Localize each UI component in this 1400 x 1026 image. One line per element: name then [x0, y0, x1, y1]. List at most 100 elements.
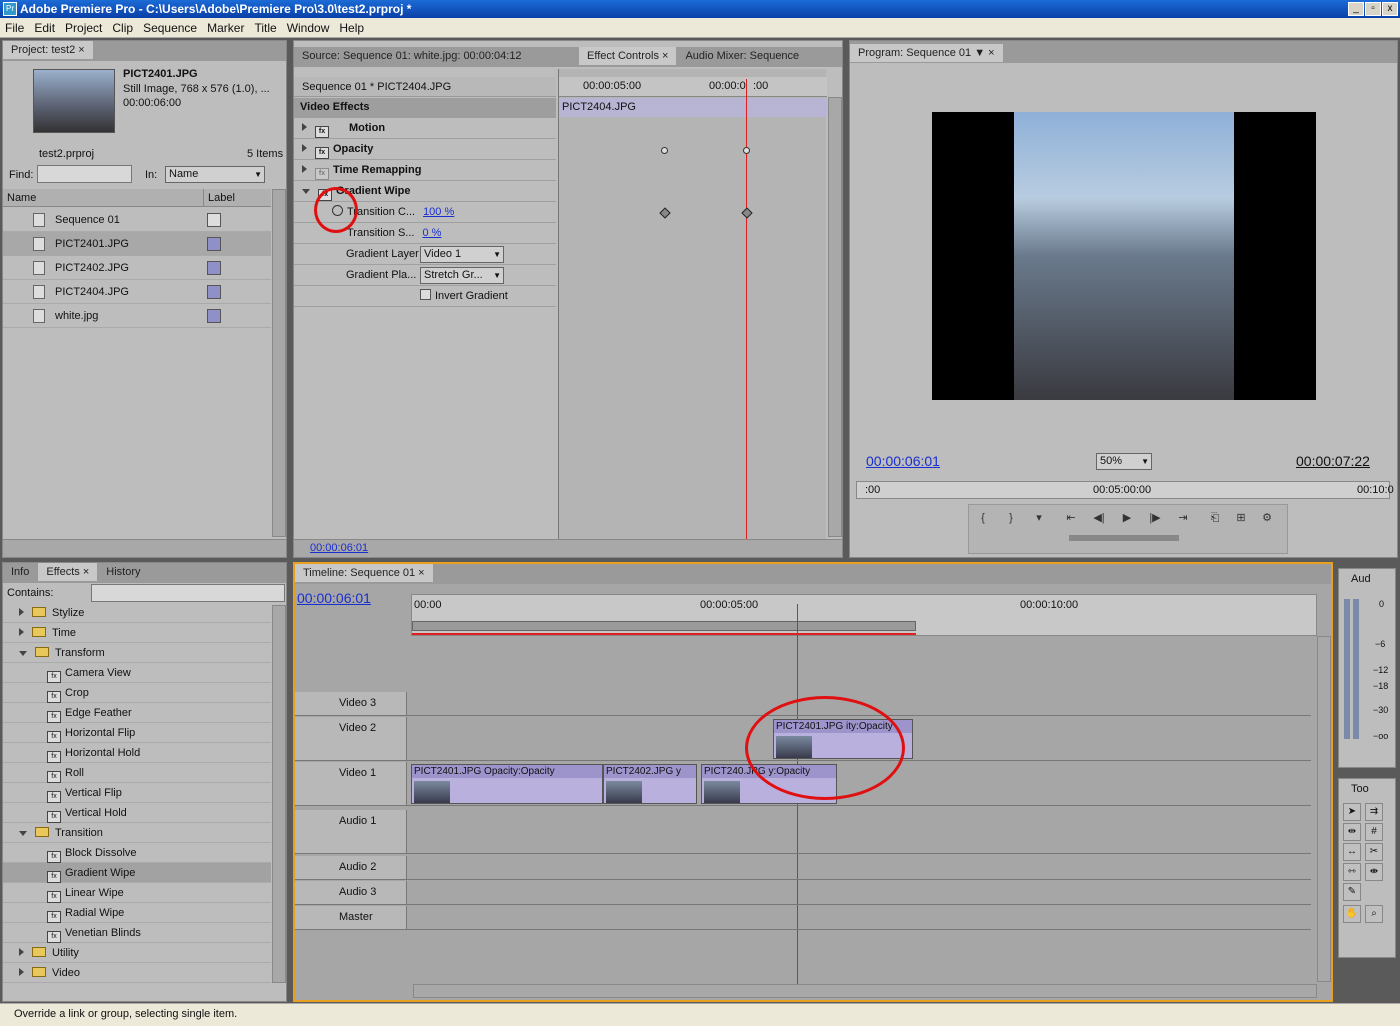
goto-in-icon[interactable]: ⇤: [1061, 509, 1081, 527]
clip-v1a-opacity[interactable]: Opacity:Opacity: [484, 766, 555, 777]
param-tc-value[interactable]: 100 %: [423, 206, 454, 218]
timeline-ruler[interactable]: 00:00 00:00:05:00 00:00:10:00: [411, 594, 1317, 636]
project-item[interactable]: Sequence 01: [3, 208, 271, 232]
effect-time-remapping[interactable]: fx Time Remapping: [294, 160, 556, 181]
effect-opacity[interactable]: fx Opacity: [294, 139, 556, 160]
keyframe-diamond-icon[interactable]: [741, 207, 753, 219]
project-item[interactable]: PICT2401.JPG: [3, 232, 271, 256]
effects-tree-item[interactable]: fx Vertical Flip: [3, 783, 271, 803]
effects-tree-item[interactable]: fx Edge Feather: [3, 703, 271, 723]
param-ts-value[interactable]: 0 %: [422, 227, 441, 239]
timeline-current-time[interactable]: 00:00:06:01: [297, 590, 371, 606]
menu-title[interactable]: Title: [249, 18, 281, 38]
effects-tree-item[interactable]: fx Block Dissolve: [3, 843, 271, 863]
col-label[interactable]: Label: [203, 189, 239, 207]
label-swatch[interactable]: [207, 237, 221, 251]
program-time-ruler[interactable]: :00 00:05:00:00 00:10:0: [856, 481, 1394, 499]
menu-window[interactable]: Window: [282, 18, 335, 38]
clip-v1b-opacity[interactable]: y: [676, 766, 681, 777]
keyframe-diamond-icon[interactable]: [659, 207, 671, 219]
label-swatch[interactable]: [207, 213, 221, 227]
selection-tool-icon[interactable]: ➤: [1343, 803, 1361, 821]
menu-edit[interactable]: Edit: [29, 18, 60, 38]
expand-icon[interactable]: [19, 948, 24, 956]
ec-keyframe-area[interactable]: 00:00:05:00 00:00:0 :00 PICT2404.JPG: [558, 69, 827, 539]
collapse-icon[interactable]: [19, 651, 27, 656]
rate-stretch-tool-icon[interactable]: ↔: [1343, 843, 1361, 861]
effects-tree-item[interactable]: fx Camera View: [3, 663, 271, 683]
expand-icon[interactable]: [19, 608, 24, 616]
tab-info[interactable]: Info: [3, 563, 39, 581]
effects-tree-item[interactable]: Time: [3, 623, 271, 643]
tools-tab[interactable]: Too: [1351, 783, 1369, 795]
menu-marker[interactable]: Marker: [202, 18, 249, 38]
project-scrollbar[interactable]: [272, 189, 286, 537]
project-item[interactable]: PICT2404.JPG: [3, 280, 271, 304]
tab-effects[interactable]: Effects ×: [38, 563, 99, 581]
effects-tree-item[interactable]: fx Venetian Blinds: [3, 923, 271, 943]
clip-v1-pict2401[interactable]: PICT2401.JPG Opacity:Opacity: [411, 764, 603, 804]
rolling-edit-tool-icon[interactable]: #: [1365, 823, 1383, 841]
timeline-hscroll[interactable]: [413, 984, 1317, 998]
menu-sequence[interactable]: Sequence: [138, 18, 202, 38]
program-video-frame[interactable]: [932, 112, 1316, 400]
tab-project[interactable]: Project: test2 ×: [3, 41, 94, 59]
maximize-button[interactable]: ▫: [1365, 2, 1381, 16]
shuttle-slider[interactable]: [1069, 535, 1179, 541]
audio-meter-tab[interactable]: Aud: [1351, 573, 1371, 585]
invert-gradient-checkbox[interactable]: [420, 289, 431, 300]
find-input[interactable]: [37, 165, 132, 183]
tab-program[interactable]: Program: Sequence 01 ▼ ×: [850, 44, 1004, 62]
menu-file[interactable]: File: [0, 18, 29, 38]
work-area-bar[interactable]: [412, 621, 916, 631]
project-item[interactable]: white.jpg: [3, 304, 271, 328]
close-window-button[interactable]: x: [1382, 2, 1398, 16]
effects-tree-item[interactable]: Transform: [3, 643, 271, 663]
effects-tree-item[interactable]: fx Vertical Hold: [3, 803, 271, 823]
effects-tree-item[interactable]: fx Radial Wipe: [3, 903, 271, 923]
label-swatch[interactable]: [207, 309, 221, 323]
effects-tree-item[interactable]: fx Gradient Wipe: [3, 863, 271, 883]
menu-clip[interactable]: Clip: [107, 18, 138, 38]
ec-current-time[interactable]: 00:00:06:01: [310, 542, 368, 554]
razor-tool-icon[interactable]: ✂: [1365, 843, 1383, 861]
slip-tool-icon[interactable]: ⇿: [1343, 863, 1361, 881]
effects-tree-item[interactable]: Transition: [3, 823, 271, 843]
ec-time-ruler[interactable]: 00:00:05:00 00:00:0 :00: [559, 77, 827, 97]
tab-timeline[interactable]: Timeline: Sequence 01 ×: [295, 564, 434, 582]
play-icon[interactable]: ▶: [1117, 509, 1137, 527]
collapse-icon[interactable]: [19, 831, 27, 836]
hand-tool-icon[interactable]: ✋: [1343, 905, 1361, 923]
expand-icon[interactable]: [19, 628, 24, 636]
zoom-select[interactable]: 50%: [1096, 453, 1152, 470]
tab-audio-mixer[interactable]: Audio Mixer: Sequence: [677, 47, 809, 65]
mark-out-icon[interactable]: }: [1001, 509, 1021, 527]
keyframe-icon[interactable]: [743, 147, 750, 154]
mark-in-icon[interactable]: {: [973, 509, 993, 527]
effect-motion[interactable]: fx Motion: [294, 118, 556, 139]
effects-tree-item[interactable]: Utility: [3, 943, 271, 963]
effects-tree-item[interactable]: Stylize: [3, 603, 271, 623]
expand-icon[interactable]: [19, 968, 24, 976]
gradient-layer-select[interactable]: Video 1: [420, 246, 504, 263]
effects-tree-item[interactable]: Video: [3, 963, 271, 983]
slide-tool-icon[interactable]: ⇼: [1365, 863, 1383, 881]
label-swatch[interactable]: [207, 261, 221, 275]
col-name[interactable]: Name: [7, 192, 36, 204]
clip-v1-pict2402[interactable]: PICT2402.JPG y: [603, 764, 697, 804]
contains-input[interactable]: [91, 584, 285, 602]
marker-icon[interactable]: ▾: [1029, 509, 1049, 527]
effects-tree-item[interactable]: fx Roll: [3, 763, 271, 783]
menu-help[interactable]: Help: [334, 18, 369, 38]
timeline-vscroll[interactable]: [1317, 636, 1331, 982]
pen-tool-icon[interactable]: ✎: [1343, 883, 1361, 901]
step-back-icon[interactable]: ◀|: [1089, 509, 1109, 527]
program-current-time[interactable]: 00:00:06:01: [866, 453, 940, 469]
track-select-tool-icon[interactable]: ⇉: [1365, 803, 1383, 821]
tab-effect-controls[interactable]: Effect Controls ×: [579, 47, 678, 65]
effects-tree-item[interactable]: fx Horizontal Hold: [3, 743, 271, 763]
zoom-tool-icon[interactable]: ⌕: [1365, 905, 1383, 923]
goto-out-icon[interactable]: ⇥: [1173, 509, 1193, 527]
effects-tree-item[interactable]: fx Horizontal Flip: [3, 723, 271, 743]
effects-tree-item[interactable]: fx Crop: [3, 683, 271, 703]
